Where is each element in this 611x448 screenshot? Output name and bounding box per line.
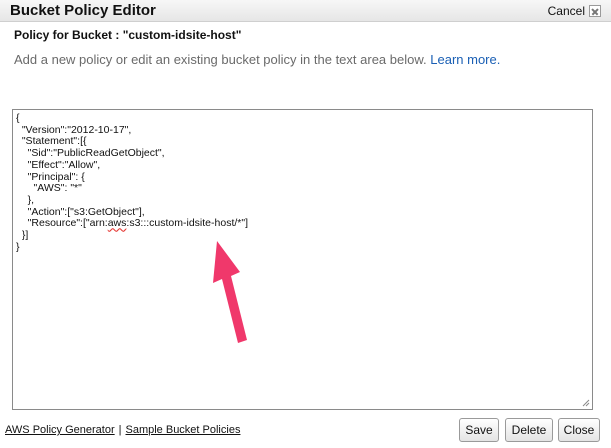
policy-text-content[interactable]: { "Version":"2012-10-17", "Statement":[{…: [16, 113, 589, 406]
policy-line: "Version":"2012-10-17",: [16, 123, 132, 136]
sample-policies-link[interactable]: Sample Bucket Policies: [126, 424, 241, 436]
resource-prefix: "Resource":["arn:: [16, 217, 108, 230]
cancel-label: Cancel: [547, 4, 585, 18]
policy-line: {: [16, 113, 20, 124]
policy-bucket-heading: Policy for Bucket : "custom-idsite-host": [14, 28, 242, 42]
dialog-titlebar: Bucket Policy Editor Cancel: [0, 0, 611, 22]
policy-generator-link[interactable]: AWS Policy Generator: [5, 424, 115, 436]
resource-suffix: :s3:::custom-idsite-host/*"]: [126, 217, 249, 230]
delete-button[interactable]: Delete: [505, 418, 553, 442]
learn-more-link[interactable]: Learn more.: [430, 52, 500, 67]
policy-line: "Principal": {: [16, 170, 85, 183]
bucket-policy-editor-dialog: Bucket Policy Editor Cancel Policy for B…: [0, 0, 611, 448]
resource-line: "Resource":["arn:aws:s3:::custom-idsite-…: [16, 217, 248, 229]
description-sentence: Add a new policy or edit an existing buc…: [14, 52, 427, 67]
policy-line: },: [16, 193, 35, 206]
policy-line: "Sid":"PublicReadGetObject",: [16, 147, 165, 160]
dialog-title: Bucket Policy Editor: [10, 2, 156, 19]
annotation-arrow-icon: [213, 241, 247, 343]
save-button[interactable]: Save: [459, 418, 499, 442]
resize-grip-icon[interactable]: [581, 398, 590, 407]
policy-line: "AWS": "*": [16, 182, 82, 195]
policy-line: "Action":["s3:GetObject"],: [16, 205, 145, 218]
cancel-button[interactable]: Cancel: [548, 4, 601, 18]
footer-links: AWS Policy Generator | Sample Bucket Polic…: [5, 424, 240, 436]
policy-line: }: [16, 240, 20, 253]
footer-separator: |: [118, 424, 122, 436]
spellcheck-word: aws: [107, 217, 127, 230]
description-text: Add a new policy or edit an existing buc…: [14, 52, 500, 67]
close-button[interactable]: Close: [558, 418, 600, 442]
policy-line: }]: [16, 229, 29, 242]
policy-line: "Effect":"Allow",: [16, 158, 101, 171]
close-icon[interactable]: [589, 5, 601, 17]
policy-line: "Statement":[{: [16, 135, 87, 148]
policy-textarea[interactable]: { "Version":"2012-10-17", "Statement":[{…: [12, 109, 593, 410]
